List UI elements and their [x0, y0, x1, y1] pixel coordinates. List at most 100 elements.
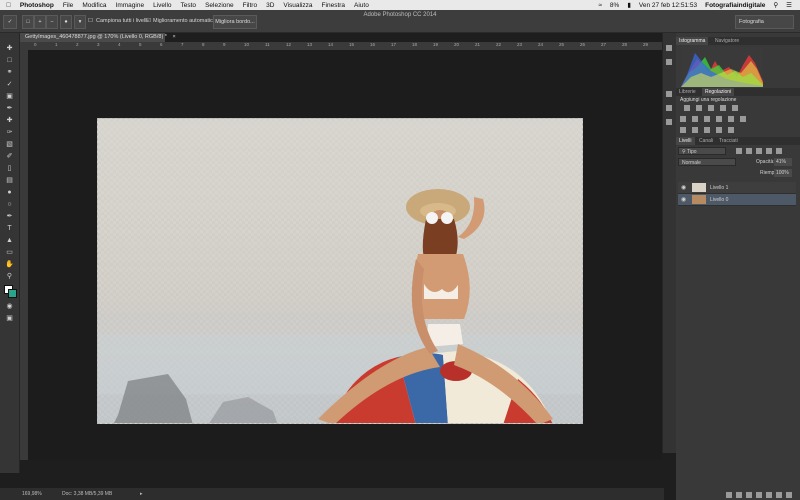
gradient-map-icon[interactable]	[728, 127, 734, 133]
path-selection-tool-icon[interactable]: ▲	[4, 236, 15, 245]
new-adjustment-icon[interactable]	[756, 492, 762, 498]
threshold-icon[interactable]	[704, 127, 710, 133]
menu-file[interactable]: File	[63, 2, 73, 9]
subtract-selection-icon[interactable]: −	[46, 15, 58, 29]
battery-percent[interactable]: 8%	[610, 2, 619, 9]
tab-librerie[interactable]: Librerie	[676, 88, 699, 96]
quick-select-tool-preset[interactable]: ✓	[3, 15, 17, 29]
pen-tool-icon[interactable]: ✒	[4, 212, 15, 221]
exposure-icon[interactable]	[720, 105, 726, 111]
background-color-swatch[interactable]	[8, 289, 17, 298]
menu-finestra[interactable]: Finestra	[322, 2, 345, 9]
layer-row-livello-0[interactable]: ◉ Livello 0	[678, 194, 796, 206]
link-layers-icon[interactable]	[726, 492, 732, 498]
eyedropper-tool-icon[interactable]: ✒	[4, 104, 15, 113]
menu-aiuto[interactable]: Aiuto	[354, 2, 369, 9]
menu-selezione[interactable]: Selezione	[205, 2, 234, 9]
layer-name[interactable]: Livello 1	[710, 185, 728, 191]
levels-icon[interactable]	[696, 105, 702, 111]
menu-visualizza[interactable]: Visualizza	[283, 2, 312, 9]
history-panel-icon[interactable]	[666, 45, 672, 51]
tab-regolazioni[interactable]: Regolazioni	[702, 88, 735, 96]
menu-app[interactable]: Photoshop	[20, 2, 54, 9]
document-size[interactable]: Doc: 3,38 MB/5,39 MB	[62, 491, 112, 497]
brush-panel-icon[interactable]	[666, 119, 672, 125]
filter-adjustment-icon[interactable]	[746, 148, 752, 154]
lasso-tool-icon[interactable]: ⚭	[4, 68, 15, 77]
menu-testo[interactable]: Testo	[181, 2, 197, 9]
screen-mode-icon[interactable]: ▣	[4, 314, 15, 323]
filter-smart-object-icon[interactable]	[776, 148, 782, 154]
photo-filter-icon[interactable]	[716, 116, 722, 122]
tab-tracciati[interactable]: Tracciati	[716, 137, 741, 145]
invert-icon[interactable]	[680, 127, 686, 133]
info-panel-icon[interactable]	[666, 105, 672, 111]
refine-edge-button[interactable]: Migliora bordo...	[213, 15, 257, 29]
new-layer-icon[interactable]	[776, 492, 782, 498]
menu-filtro[interactable]: Filtro	[243, 2, 257, 9]
brush-picker-icon[interactable]: ▾	[74, 15, 86, 29]
brush-size-icon[interactable]: ●	[60, 15, 72, 29]
filter-pixel-icon[interactable]	[736, 148, 742, 154]
dodge-tool-icon[interactable]: ○	[4, 200, 15, 209]
visibility-eye-icon[interactable]: ◉	[681, 196, 686, 203]
type-tool-icon[interactable]: T	[4, 224, 15, 233]
quick-selection-tool-icon[interactable]: ✓	[4, 80, 15, 89]
eraser-tool-icon[interactable]: ▯	[4, 164, 15, 173]
layer-name[interactable]: Livello 0	[710, 197, 728, 203]
quick-mask-icon[interactable]: ◉	[4, 302, 15, 311]
channel-mixer-icon[interactable]	[728, 116, 734, 122]
healing-brush-tool-icon[interactable]: ✚	[4, 116, 15, 125]
wifi-icon[interactable]: ≈	[598, 2, 602, 9]
zoom-tool-icon[interactable]: ⚲	[4, 272, 15, 281]
trash-icon[interactable]	[786, 492, 792, 498]
marquee-tool-icon[interactable]: □	[4, 56, 15, 65]
opacity-input[interactable]: 41%	[774, 158, 792, 166]
user-name[interactable]: Fotografiaindigitale	[705, 2, 765, 9]
add-mask-icon[interactable]	[746, 492, 752, 498]
shape-tool-icon[interactable]: ▭	[4, 248, 15, 257]
new-group-icon[interactable]	[766, 492, 772, 498]
document-tab[interactable]: GettyImages_460478877.jpg @ 170% (Livell…	[20, 33, 176, 42]
document-image[interactable]	[97, 118, 583, 424]
tab-istogramma[interactable]: Istogramma	[676, 37, 709, 45]
tab-navigatore[interactable]: Navigatore	[712, 37, 742, 45]
layer-kind-filter[interactable]: ⚲ Tipo	[678, 147, 726, 155]
filter-shape-icon[interactable]	[766, 148, 772, 154]
properties-panel-icon[interactable]	[666, 91, 672, 97]
menu-3d[interactable]: 3D	[266, 2, 274, 9]
history-brush-tool-icon[interactable]: ✐	[4, 152, 15, 161]
new-selection-icon[interactable]: □	[22, 15, 34, 29]
menu-modifica[interactable]: Modifica	[82, 2, 106, 9]
search-icon[interactable]: ⚲	[773, 1, 778, 9]
posterize-icon[interactable]	[692, 127, 698, 133]
zoom-level[interactable]: 169,98%	[22, 491, 42, 497]
sample-all-layers-checkbox[interactable]: ☐	[88, 18, 93, 24]
blur-tool-icon[interactable]: ●	[4, 188, 15, 197]
color-balance-icon[interactable]	[692, 116, 698, 122]
layer-style-icon[interactable]	[736, 492, 742, 498]
brush-tool-icon[interactable]: ✑	[4, 128, 15, 137]
move-tool-icon[interactable]: ✚	[4, 44, 15, 53]
workspace-select[interactable]: Fotografia	[735, 15, 794, 29]
filter-type-icon[interactable]	[756, 148, 762, 154]
actions-panel-icon[interactable]	[666, 59, 672, 65]
clock[interactable]: Ven 27 feb 12:51:53	[639, 2, 697, 9]
brightness-icon[interactable]	[684, 105, 690, 111]
hand-tool-icon[interactable]: ✋	[4, 260, 15, 269]
crop-tool-icon[interactable]: ▣	[4, 92, 15, 101]
color-lookup-icon[interactable]	[740, 116, 746, 122]
menu-livello[interactable]: Livello	[153, 2, 171, 9]
clone-stamp-tool-icon[interactable]: ▧	[4, 140, 15, 149]
menu-immagine[interactable]: Immagine	[116, 2, 145, 9]
selective-color-icon[interactable]	[716, 127, 722, 133]
black-white-icon[interactable]	[704, 116, 710, 122]
close-tab-icon[interactable]: ×	[172, 34, 175, 40]
add-selection-icon[interactable]: +	[34, 15, 46, 29]
apple-icon[interactable]: 	[6, 2, 11, 9]
menu-list-icon[interactable]: ☰	[786, 1, 792, 9]
vibrance-icon[interactable]	[732, 105, 738, 111]
hue-saturation-icon[interactable]	[680, 116, 686, 122]
visibility-eye-icon[interactable]: ◉	[681, 184, 686, 191]
fill-input[interactable]: 100%	[774, 169, 792, 177]
